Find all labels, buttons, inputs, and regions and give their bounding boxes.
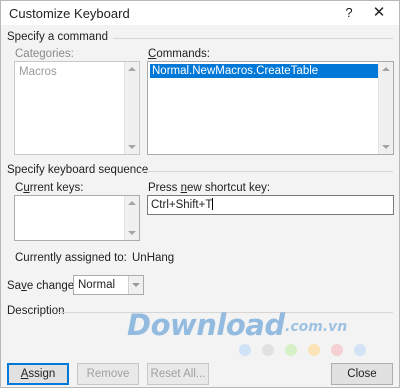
assign-button[interactable]: Assign: [7, 363, 69, 385]
command-item-selected[interactable]: Normal.NewMacros.CreateTable: [150, 64, 379, 78]
categories-list[interactable]: Macros: [14, 61, 140, 155]
title-bar: Customize Keyboard ? ✕: [1, 1, 399, 25]
new-shortcut-value: Ctrl+Shift+T: [151, 199, 213, 211]
help-button[interactable]: ?: [339, 4, 359, 22]
text-caret: [212, 198, 214, 210]
new-shortcut-input[interactable]: Ctrl+Shift+T: [147, 195, 394, 215]
chevron-down-icon: [132, 283, 140, 287]
currently-assigned-label: Currently assigned to:: [15, 252, 127, 264]
section-divider: [139, 171, 393, 172]
reset-all-button[interactable]: Reset All...: [147, 363, 209, 385]
commands-label: Commands:: [148, 48, 210, 60]
categories-scrollbar[interactable]: [124, 62, 139, 154]
dropdown-button[interactable]: [128, 276, 143, 294]
scroll-down-icon[interactable]: [128, 231, 136, 235]
watermark-dot: [354, 344, 366, 356]
scroll-down-icon[interactable]: [128, 145, 136, 149]
scroll-up-icon[interactable]: [128, 67, 136, 71]
save-changes-value: Normal: [78, 279, 116, 291]
categories-label: Categories:: [15, 48, 74, 60]
close-icon[interactable]: ✕: [369, 4, 389, 22]
scroll-up-icon[interactable]: [128, 201, 136, 205]
current-keys-scrollbar[interactable]: [124, 196, 139, 240]
specify-command-heading: Specify a command: [7, 31, 108, 43]
remove-button[interactable]: Remove: [77, 363, 139, 385]
watermark-dot: [331, 344, 343, 356]
category-item-macros[interactable]: Macros: [17, 65, 123, 79]
current-keys-label: Current keys:: [15, 182, 84, 194]
close-button[interactable]: Close: [331, 363, 393, 385]
watermark-dot: [239, 344, 251, 356]
watermark-dot: [262, 344, 274, 356]
description-heading: Description: [7, 305, 65, 317]
customize-keyboard-dialog: Customize Keyboard ? ✕ Specify a command…: [0, 0, 400, 388]
watermark-dot: [308, 344, 320, 356]
current-keys-list[interactable]: [14, 195, 140, 241]
scroll-up-icon[interactable]: [382, 67, 390, 71]
dialog-title: Customize Keyboard: [9, 6, 130, 21]
commands-scrollbar[interactable]: [378, 62, 393, 154]
watermark-logo-domain: .com.vn: [285, 319, 348, 335]
keyboard-sequence-heading: Specify keyboard sequence: [7, 164, 149, 176]
watermark-logo-text: Download: [127, 308, 285, 342]
section-divider: [113, 38, 393, 39]
scroll-down-icon[interactable]: [382, 145, 390, 149]
watermark-dot: [285, 344, 297, 356]
new-shortcut-label: Press new shortcut key:: [148, 182, 271, 194]
save-changes-select[interactable]: Normal: [73, 275, 144, 295]
commands-list[interactable]: Normal.NewMacros.CreateTable: [147, 61, 394, 155]
currently-assigned-value: UnHang: [132, 252, 175, 264]
